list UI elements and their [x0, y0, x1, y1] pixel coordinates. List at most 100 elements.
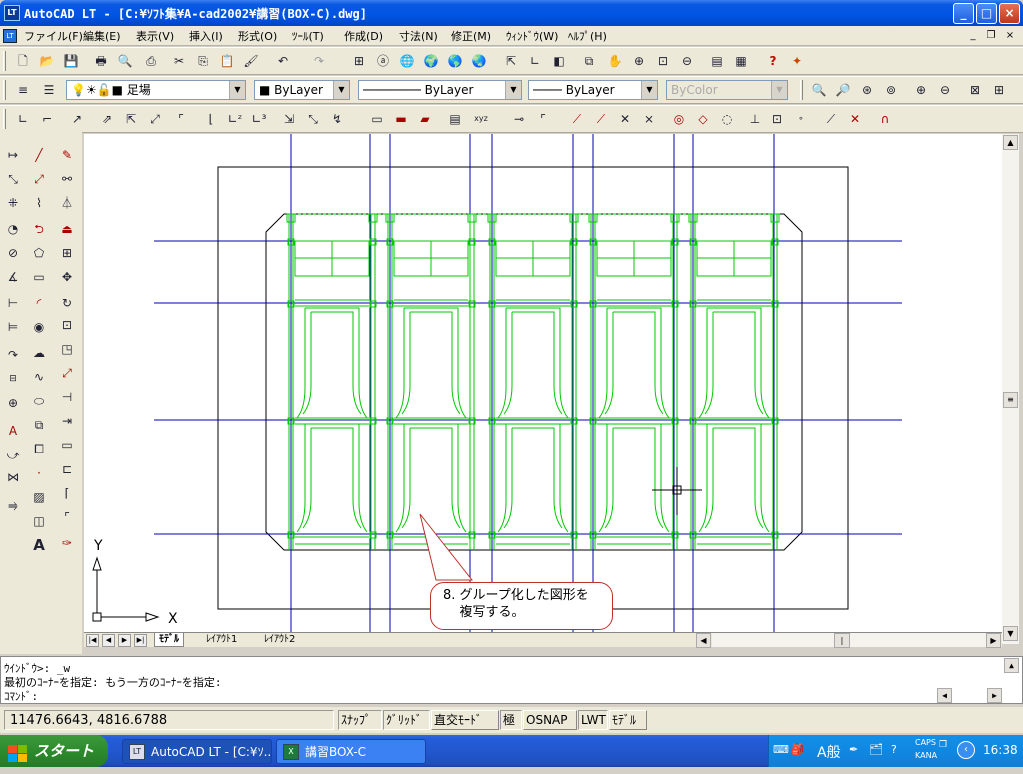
zoom-in-icon[interactable]: ⊕: [910, 79, 932, 101]
3d-orbit-icon[interactable]: ⧉: [578, 50, 600, 72]
start-button[interactable]: スタート: [0, 735, 108, 767]
snap-apparent-intersection-icon[interactable]: ⨯: [638, 108, 660, 130]
ucs-view-icon[interactable]: ⤢: [144, 108, 166, 130]
revision-cloud-icon[interactable]: ☁: [28, 342, 50, 364]
snap-quadrant-icon[interactable]: ◇: [692, 108, 714, 130]
menu-file[interactable]: ファイル(F): [24, 28, 83, 44]
hyperlink-globe-icon[interactable]: 🌍: [420, 50, 442, 72]
print-icon[interactable]: 🖶: [90, 50, 112, 72]
dim-style-icon[interactable]: ▭: [366, 108, 388, 130]
open-icon[interactable]: 📂: [36, 50, 58, 72]
zoom-window-icon[interactable]: ⊡: [652, 50, 674, 72]
scale-icon[interactable]: ⊡: [56, 314, 78, 336]
ucs-icon[interactable]: ∟: [524, 50, 546, 72]
ucs-rotate-icon[interactable]: ⤡: [302, 108, 324, 130]
ucs-apply-icon[interactable]: ⇲: [278, 108, 300, 130]
tab-first-icon[interactable]: |◀: [86, 634, 99, 647]
menu-help[interactable]: ﾍﾙﾌﾟ(H): [568, 28, 607, 44]
menu-modify[interactable]: 修正(M): [451, 28, 491, 44]
print-preview-icon[interactable]: 🔍: [114, 50, 136, 72]
toolbar-grip[interactable]: [3, 51, 6, 71]
vertical-scrollbar[interactable]: ▲ ≡ ▼: [1002, 134, 1019, 644]
tray-expand-icon[interactable]: ‹: [957, 741, 975, 759]
scroll-left-icon[interactable]: ◀: [696, 633, 711, 648]
design-center-icon[interactable]: ▦: [730, 50, 752, 72]
zoom-center-icon[interactable]: ⊚: [880, 79, 902, 101]
explode-icon[interactable]: ✑: [56, 532, 78, 554]
toolbar-grip[interactable]: [3, 109, 6, 129]
snap-tangent-icon[interactable]: ◌: [716, 108, 738, 130]
ime-restore-icon[interactable]: ❐: [939, 740, 947, 750]
snap-insert-icon[interactable]: ⊡: [766, 108, 788, 130]
chevron-down-icon[interactable]: ▼: [505, 81, 521, 99]
chamfer-icon[interactable]: ⌈: [56, 482, 78, 504]
tab-layout1[interactable]: ﾚｲｱｳﾄ1: [202, 633, 241, 647]
tab-layout2[interactable]: ﾚｲｱｳﾄ2: [260, 633, 299, 647]
zoom-extents-icon[interactable]: ⊞: [988, 79, 1010, 101]
drawing-area[interactable]: YX: [84, 134, 1002, 632]
snap-midpoint-icon[interactable]: ⟋: [590, 108, 612, 130]
keyboard-icon[interactable]: ⌨: [773, 743, 789, 756]
dim-edit-icon[interactable]: A: [2, 420, 24, 442]
ucs-3point-icon[interactable]: ⌜: [170, 108, 192, 130]
dim-text-edit-icon[interactable]: ⤻: [2, 444, 24, 466]
express-icon[interactable]: ✦: [786, 50, 808, 72]
zoom-scale-icon[interactable]: ⊛: [856, 79, 878, 101]
spline-icon[interactable]: ∿: [28, 366, 50, 388]
task-autocad[interactable]: LT AutoCAD LT - [C:¥ｿ...: [122, 739, 272, 764]
trim-icon[interactable]: ⊣: [56, 386, 78, 408]
pentagon-icon[interactable]: ⬠: [28, 242, 50, 264]
tab-prev-icon[interactable]: ◀: [102, 634, 115, 647]
toolbar-grip[interactable]: [800, 80, 803, 100]
snap-center-icon[interactable]: ◎: [668, 108, 690, 130]
autocad-app-icon[interactable]: LT: [4, 5, 20, 21]
construction-line-icon[interactable]: ⤢: [28, 168, 50, 190]
ucs-x-icon[interactable]: ⌊: [200, 108, 222, 130]
ucs-previous-icon[interactable]: ⌐: [36, 108, 58, 130]
menu-dimension[interactable]: 寸法(N): [399, 28, 438, 44]
zoom-realtime-icon[interactable]: ⊕: [628, 50, 650, 72]
copy-icon[interactable]: ⎘: [192, 50, 214, 72]
dim-override-icon[interactable]: ▰: [414, 108, 436, 130]
circle-icon[interactable]: ◉: [28, 316, 50, 338]
zoom-dynamic-icon[interactable]: 🔎: [832, 79, 854, 101]
line-icon[interactable]: ╱: [28, 144, 50, 166]
status-toggle[interactable]: 極: [500, 710, 522, 730]
menu-draw[interactable]: 作成(D): [344, 28, 383, 44]
break-icon[interactable]: ▭: [56, 434, 78, 456]
named-views-icon[interactable]: ◧: [548, 50, 570, 72]
undo-icon[interactable]: ↶: [272, 50, 294, 72]
dim-radius-icon[interactable]: ◔: [2, 218, 24, 240]
xyz-icon[interactable]: xyz: [470, 108, 492, 130]
globe-icon[interactable]: 🌐: [396, 50, 418, 72]
save-icon[interactable]: 💾: [60, 50, 82, 72]
dim-linear-icon[interactable]: ↦: [2, 144, 24, 166]
ucs-face-icon[interactable]: ⇱: [120, 108, 142, 130]
chevron-down-icon[interactable]: ▼: [641, 81, 657, 99]
erase-icon[interactable]: ✎: [56, 144, 78, 166]
ucs-y-icon[interactable]: ∟³: [248, 108, 270, 130]
osnap-settings-icon[interactable]: ∩: [874, 108, 896, 130]
etransmit-icon[interactable]: 🌏: [468, 50, 490, 72]
tab-model[interactable]: ﾓﾃﾞﾙ: [154, 633, 184, 647]
make-layer-current-icon[interactable]: ☰: [38, 79, 60, 101]
zoom-all-icon[interactable]: ⊠: [964, 79, 986, 101]
ucs-z-icon[interactable]: ∟ᶻ: [224, 108, 246, 130]
menu-view[interactable]: 表示(V): [136, 28, 174, 44]
ime-dict-icon[interactable]: 🗂: [869, 743, 883, 756]
rotate-icon[interactable]: ↻: [56, 292, 78, 314]
arc-icon[interactable]: ◜: [28, 292, 50, 314]
ucs-origin-icon[interactable]: ↗: [66, 108, 88, 130]
menu-edit[interactable]: 編集(E): [83, 28, 121, 44]
maximize-button[interactable]: □: [976, 3, 997, 24]
dim-aligned-icon[interactable]: ⤡: [2, 168, 24, 190]
web-icon[interactable]: 🌎: [444, 50, 466, 72]
copy-object-icon[interactable]: ⚯: [56, 168, 78, 190]
ime-tool-icon[interactable]: ✒: [849, 743, 858, 756]
snap-intersection-icon[interactable]: ✕: [614, 108, 636, 130]
ucs-world-icon[interactable]: ∟: [12, 108, 34, 130]
minimize-button[interactable]: _: [953, 3, 974, 24]
rectangle-icon[interactable]: ▭: [28, 266, 50, 288]
linetype-dropdown[interactable]: ──────── ByLayer ▼: [358, 80, 522, 100]
help-icon[interactable]: ?: [762, 50, 784, 72]
